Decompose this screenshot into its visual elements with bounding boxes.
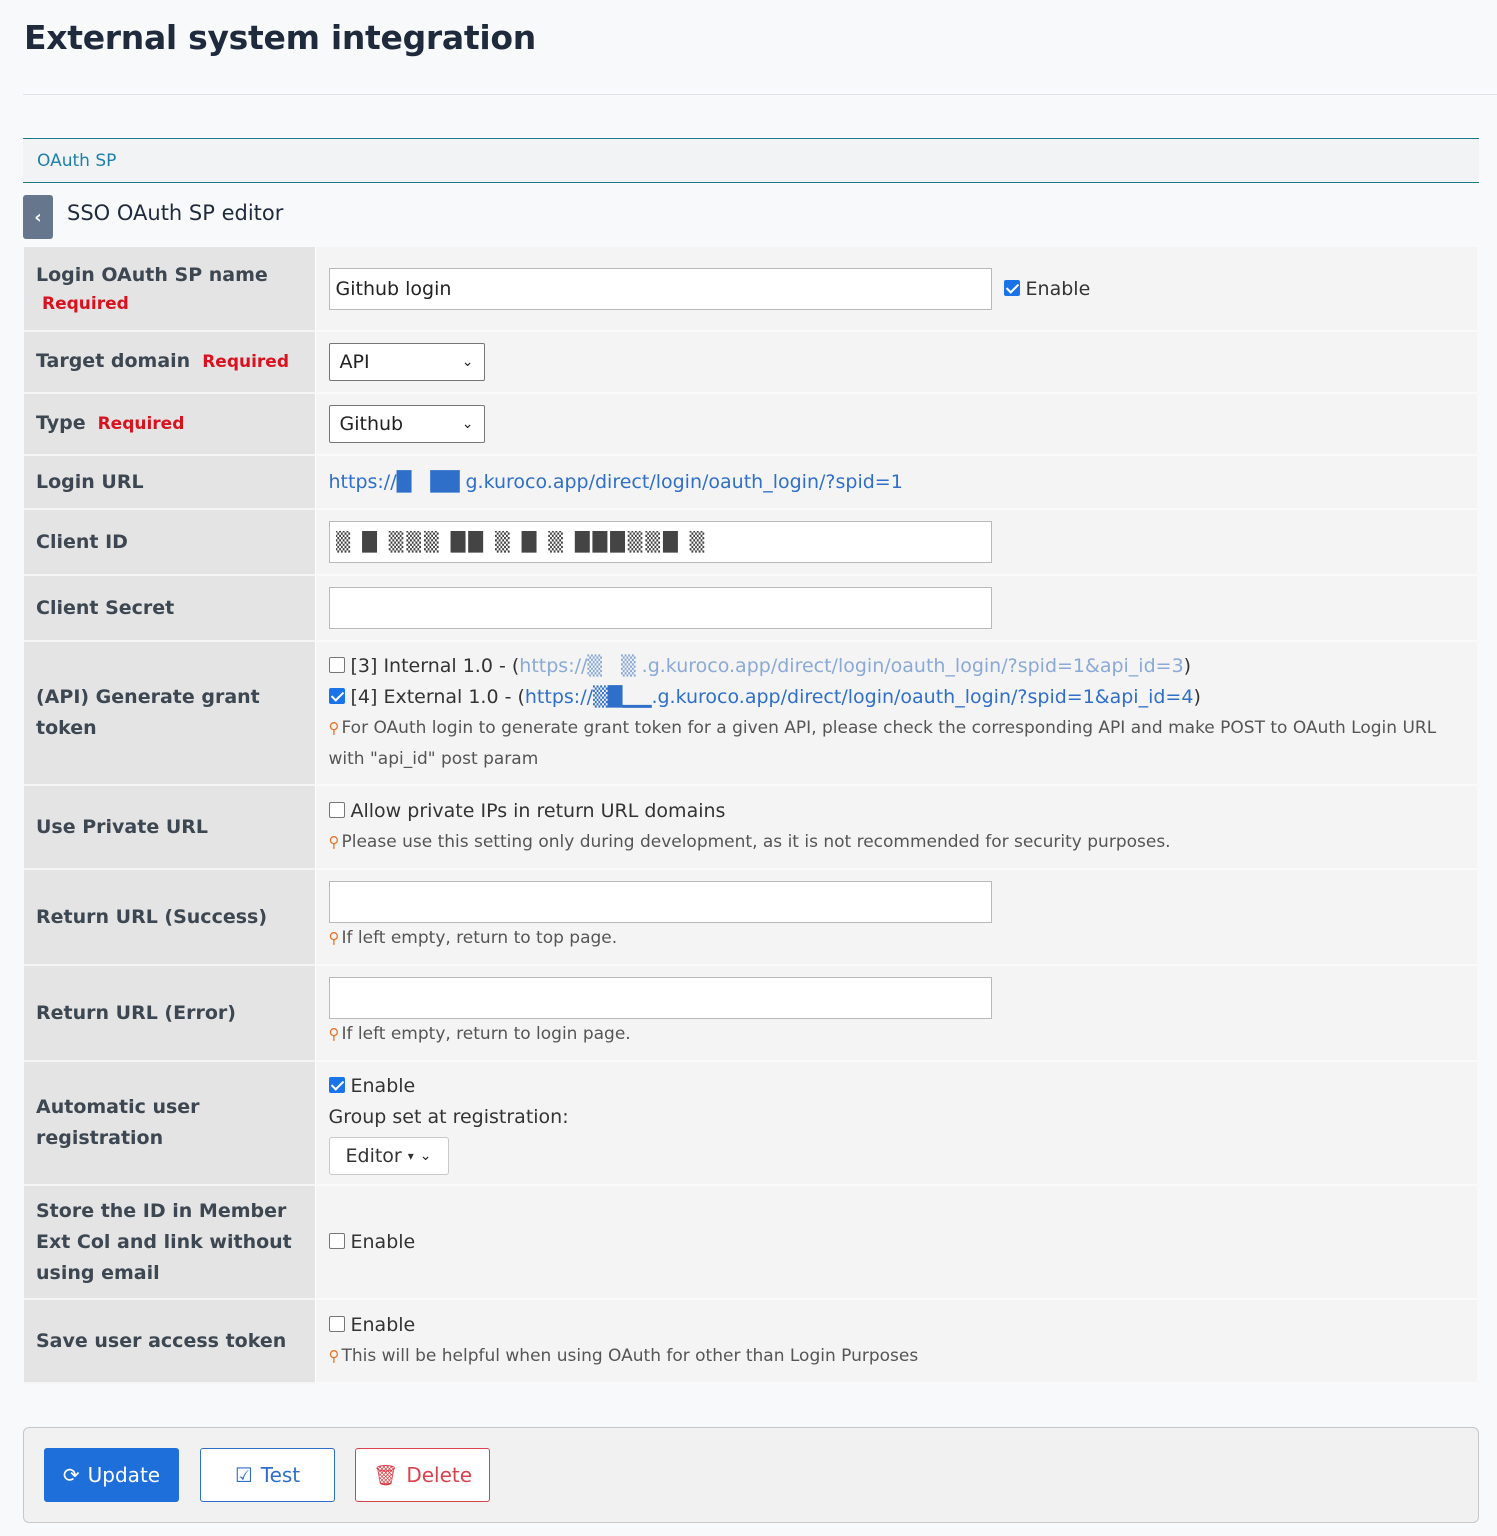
lightbulb-icon: ⚲ — [328, 1024, 340, 1043]
required-badge: Required — [202, 352, 290, 372]
private-url-checkbox[interactable]: Allow private IPs in return URL domains — [328, 796, 1465, 827]
label-sp-name: Login OAuth SP name Required — [24, 247, 315, 332]
required-badge: Required — [42, 294, 129, 314]
row-return-success: Return URL (Success) ⚲ If left empty, ret… — [24, 869, 1477, 966]
lightbulb-icon: ⚲ — [328, 719, 340, 737]
grant-hint: ⚲ For OAuth login to generate grant token… — [328, 718, 1437, 769]
row-type: Type Required Github ⌄ — [24, 393, 1477, 456]
row-grant-token: (API) Generate grant token [3] Internal … — [24, 641, 1477, 786]
checkbox-unchecked-icon — [328, 802, 345, 818]
label-return-success: Return URL (Success) — [24, 869, 315, 966]
tab-oauth-sp[interactable]: OAuth SP — [37, 151, 116, 171]
label-client-id: Client ID — [24, 509, 315, 576]
caret-down-icon: ▾ — [407, 1148, 414, 1163]
target-domain-select[interactable]: API ⌄ — [328, 343, 485, 381]
check-square-icon: ☑ — [234, 1463, 253, 1487]
group-dropdown[interactable]: Editor ▾ ⌄ — [328, 1137, 449, 1175]
lightbulb-icon: ⚲ — [328, 833, 340, 851]
checkbox-unchecked-icon — [328, 1316, 345, 1332]
save-token-checkbox[interactable]: Enable — [328, 1310, 1465, 1341]
page-title: External system integration — [24, 18, 536, 57]
sp-enable-checkbox[interactable]: Enable — [1003, 278, 1090, 300]
grant-url-link[interactable]: https://▒█▁▁.g.kuroco.app/direct/login/o… — [525, 686, 1194, 708]
row-sp-name: Login OAuth SP name Required Enable — [24, 247, 1477, 332]
test-button[interactable]: ☑ Test — [200, 1448, 335, 1502]
save-token-hint: ⚲ This will be helpful when using OAuth f… — [328, 1346, 919, 1366]
checkbox-checked-icon — [328, 1077, 345, 1093]
label-private-url: Use Private URL — [24, 785, 315, 870]
label-return-error: Return URL (Error) — [24, 965, 315, 1062]
label-login-url: Login URL — [24, 455, 315, 510]
chevron-down-icon: ⌄ — [461, 416, 474, 432]
chevron-down-icon: ⌄ — [419, 1147, 432, 1164]
tab-bar: OAuth SP — [23, 138, 1479, 183]
title-divider — [23, 94, 1497, 95]
chevron-left-icon: ‹ — [34, 206, 42, 228]
row-return-error: Return URL (Error) ⚲ If left empty, retur… — [24, 965, 1477, 1062]
sp-name-input[interactable] — [328, 267, 992, 310]
checkbox-checked-icon — [328, 688, 345, 704]
row-client-id: Client ID — [24, 509, 1477, 576]
checkbox-unchecked-icon — [328, 657, 345, 673]
editor-title: SSO OAuth SP editor — [67, 201, 284, 225]
return-error-input[interactable] — [328, 976, 992, 1019]
delete-button[interactable]: 🗑 Delete — [355, 1448, 490, 1502]
label-auto-registration: Automatic user registration — [24, 1061, 315, 1186]
return-error-hint: ⚲ If left empty, return to login page. — [328, 1023, 631, 1044]
store-id-checkbox[interactable]: Enable — [328, 1231, 1465, 1253]
label-target-domain: Target domain Required — [24, 331, 315, 394]
row-client-secret: Client Secret — [24, 575, 1477, 642]
label-save-token: Save user access token — [24, 1299, 315, 1384]
group-label: Group set at registration: — [328, 1106, 569, 1128]
lightbulb-icon: ⚲ — [328, 928, 340, 947]
login-url-link[interactable]: https://█ ██ g.kuroco.app/direct/login/o… — [329, 471, 903, 493]
row-target-domain: Target domain Required API ⌄ — [24, 331, 1477, 394]
checkbox-checked-icon — [1003, 279, 1020, 296]
grant-url-link[interactable]: https://▒ ▒ .g.kuroco.app/direct/login/o… — [519, 655, 1183, 677]
lightbulb-icon: ⚲ — [328, 1347, 340, 1365]
label-grant-token: (API) Generate grant token — [24, 641, 315, 786]
refresh-icon: ⟳ — [62, 1463, 80, 1487]
row-login-url: Login URL https://█ ██ g.kuroco.app/dire… — [24, 455, 1477, 510]
chevron-down-icon: ⌄ — [461, 354, 474, 370]
private-url-hint: ⚲ Please use this setting only during dev… — [328, 832, 1171, 852]
client-id-input[interactable] — [328, 521, 992, 563]
trash-icon: 🗑 — [372, 1463, 399, 1487]
label-store-id: Store the ID in Member Ext Col and link … — [24, 1185, 315, 1300]
update-button[interactable]: ⟳ Update — [44, 1448, 179, 1502]
type-select[interactable]: Github ⌄ — [328, 405, 485, 443]
row-private-url: Use Private URL Allow private IPs in ret… — [24, 785, 1477, 870]
client-secret-input[interactable] — [328, 587, 992, 629]
grant-option-internal[interactable]: [3] Internal 1.0 - (https://▒ ▒ .g.kuroc… — [328, 651, 1465, 682]
row-store-id: Store the ID in Member Ext Col and link … — [24, 1185, 1477, 1300]
required-badge: Required — [97, 414, 185, 434]
action-bar: ⟳ Update ☑ Test 🗑 Delete — [23, 1427, 1479, 1523]
row-auto-registration: Automatic user registration Enable Group… — [24, 1061, 1477, 1186]
grant-option-external[interactable]: [4] External 1.0 - (https://▒█▁▁.g.kuroc… — [328, 682, 1465, 713]
back-button[interactable]: ‹ — [23, 195, 53, 239]
sp-form-table: Login OAuth SP name Required Enable Targ… — [24, 247, 1477, 1384]
label-client-secret: Client Secret — [24, 575, 315, 642]
checkbox-unchecked-icon — [328, 1233, 345, 1249]
return-success-hint: ⚲ If left empty, return to top page. — [328, 927, 618, 948]
return-success-input[interactable] — [328, 880, 992, 923]
label-type: Type Required — [24, 393, 315, 456]
auto-registration-checkbox[interactable]: Enable — [328, 1071, 1465, 1102]
row-save-token: Save user access token Enable ⚲ This will… — [24, 1299, 1477, 1384]
